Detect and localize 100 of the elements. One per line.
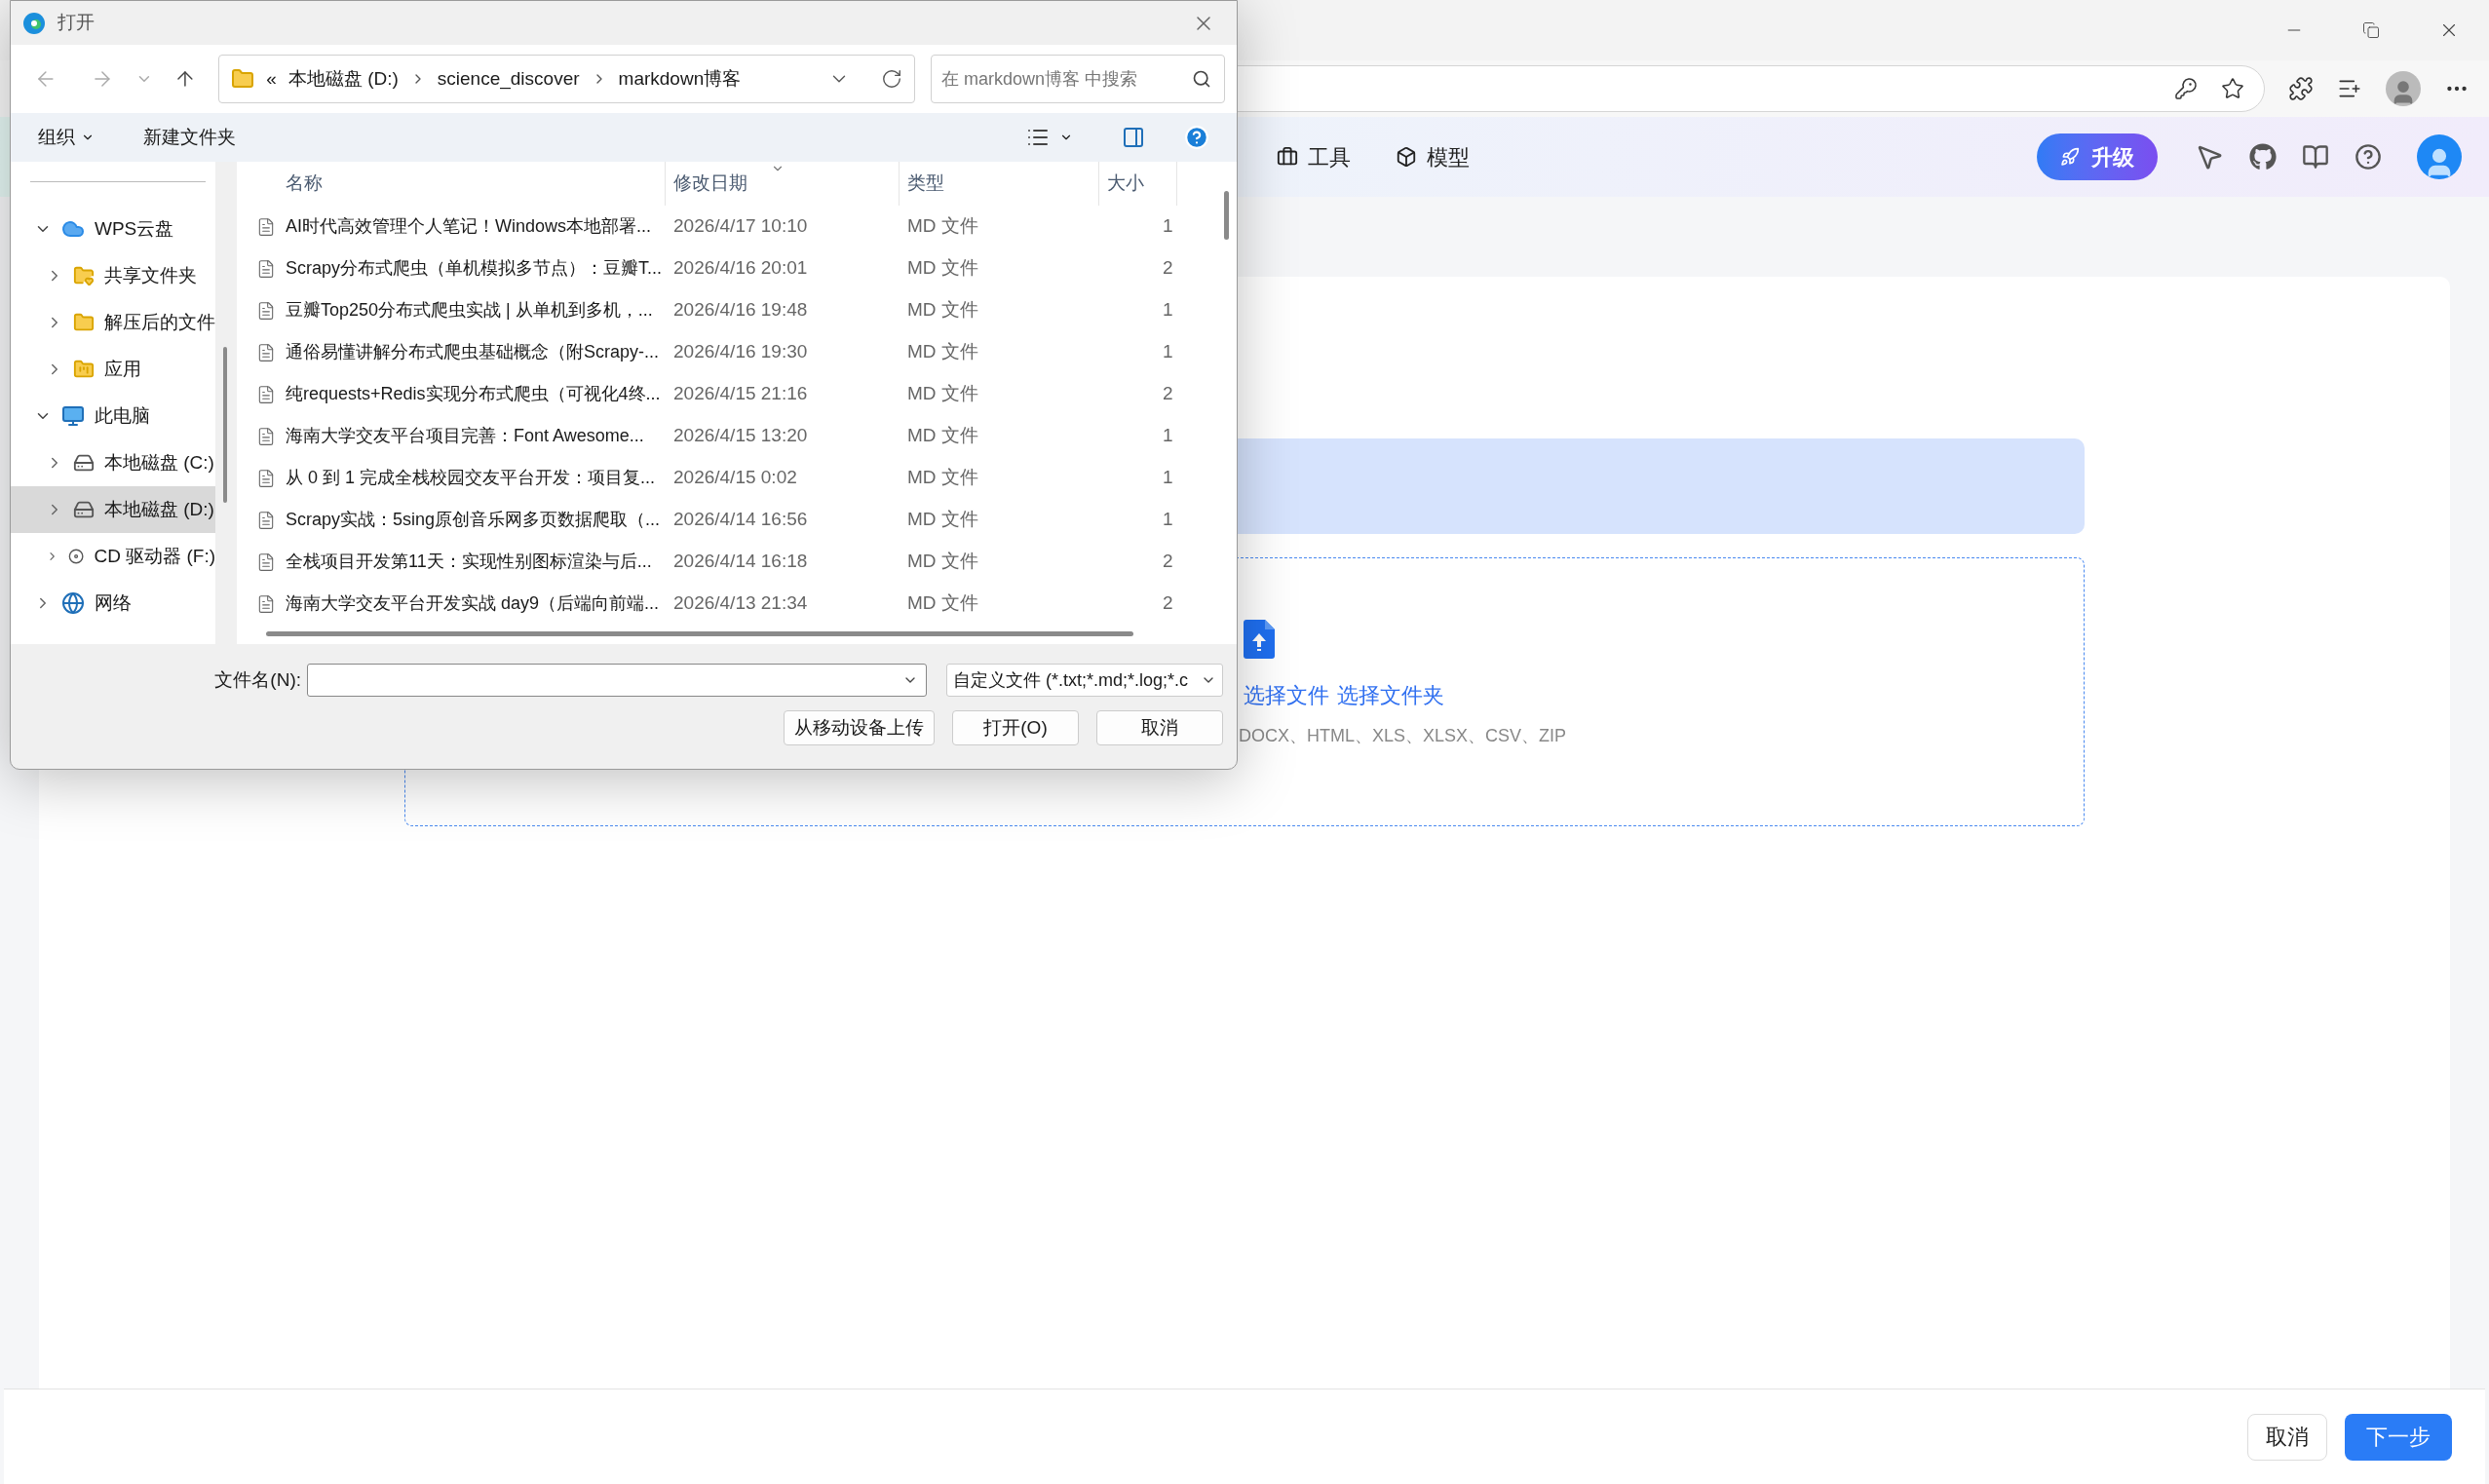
table-cell-text: 1: [1162, 424, 1173, 448]
file-icon: [256, 509, 276, 531]
table-cell-text: MD 文件: [906, 591, 979, 616]
file-icon: [256, 299, 276, 322]
table-cell-text: MD 文件: [906, 214, 979, 239]
book-icon[interactable]: [2302, 143, 2329, 171]
table-cell-text: MD 文件: [906, 550, 979, 574]
table-cell-text: MD 文件: [906, 424, 979, 448]
breadcrumb[interactable]: markdown博客: [618, 64, 742, 94]
toolbar-button[interactable]: 新建文件夹: [143, 123, 236, 152]
column-header[interactable]: 名称: [237, 162, 666, 206]
table-cell-text: 2026/4/16 19:48: [672, 298, 809, 323]
column-header[interactable]: 类型: [900, 162, 1099, 206]
tree-item[interactable]: 共享文件夹: [11, 252, 215, 299]
upgrade-button[interactable]: 升级: [2037, 133, 2158, 180]
tree-item[interactable]: 应用: [11, 346, 215, 393]
search-icon: [1192, 69, 1211, 89]
file-type-select[interactable]: 自定义文件 (*.txt;*.md;*.log;*.c: [946, 664, 1223, 697]
tree-item[interactable]: 此电脑: [11, 393, 215, 439]
table-cell-text: 1: [1162, 214, 1173, 239]
search-field[interactable]: 在 markdown博客 中搜索: [931, 55, 1225, 103]
file-name[interactable]: AI时代高效管理个人笔记！Windows本地部署...: [286, 213, 652, 240]
file-name[interactable]: 通俗易懂讲解分布式爬虫基础概念（附Scrapy-...: [286, 339, 660, 365]
tree-item[interactable]: WPS云盘: [11, 206, 215, 252]
file-icon: [256, 551, 276, 573]
table-cell-text: 2026/4/17 10:10: [672, 214, 809, 239]
file-name[interactable]: Scrapy实战：5sing原创音乐网多页数据爬取（...: [286, 507, 661, 533]
nav-link[interactable]: 工具: [1277, 140, 1351, 173]
table-cell-text: 2026/4/14 16:56: [672, 508, 809, 532]
refresh-icon[interactable]: [881, 68, 902, 90]
table-cell-text: 2026/4/15 0:02: [672, 466, 798, 490]
table-cell-text: 1: [1162, 298, 1173, 323]
table-cell-text: 2026/4/14 16:18: [672, 550, 809, 574]
dialog-button[interactable]: 打开(O): [952, 710, 1079, 745]
tree-item[interactable]: CD 驱动器 (F:): [11, 533, 215, 580]
file-name[interactable]: 海南大学交友平台开发实战 day9（后端向前端...: [286, 590, 660, 617]
file-name[interactable]: Scrapy分布式爬虫（单机模拟多节点）：豆瓣T...: [286, 255, 663, 282]
link[interactable]: 选择文件夹: [1337, 679, 1444, 711]
path-overflow[interactable]: «: [266, 64, 277, 94]
dialog-button[interactable]: 从移动设备上传: [784, 710, 935, 745]
preview-pane-icon[interactable]: [1122, 126, 1145, 149]
table-cell-text: MD 文件: [906, 256, 979, 281]
github-icon[interactable]: [2249, 143, 2277, 171]
table-cell-text: 1: [1162, 508, 1173, 532]
key-icon[interactable]: [2174, 77, 2198, 100]
table-cell-text: MD 文件: [906, 298, 979, 323]
file-name[interactable]: 海南大学交友平台项目完善：Font Awesome...: [286, 423, 644, 449]
file-icon: [256, 341, 276, 363]
breadcrumb[interactable]: science_discover: [437, 64, 580, 94]
help-icon[interactable]: [2355, 143, 2382, 171]
file-icon: [256, 592, 276, 615]
file-icon: [256, 215, 276, 238]
file-icon: [256, 467, 276, 489]
table-cell-text: 2: [1162, 591, 1173, 616]
table-cell-text: MD 文件: [906, 382, 979, 406]
file-icon: [256, 257, 276, 280]
file-name[interactable]: 全栈项目开发第11天：实现性别图标渲染与后...: [286, 549, 652, 575]
folder-icon: [231, 67, 255, 91]
file-name[interactable]: 豆瓣Top250分布式爬虫实战 | 从单机到多机，...: [286, 297, 653, 323]
dialog-title: 打开: [57, 11, 95, 35]
breadcrumb[interactable]: 本地磁盘 (D:): [287, 64, 399, 94]
scrollbar-thumb[interactable]: [1224, 191, 1229, 240]
folder-icon: [73, 312, 95, 333]
table-cell-text: 2026/4/16 19:30: [672, 340, 809, 364]
field-label: 文件名(N):: [214, 667, 301, 692]
table-cell-text: MD 文件: [906, 340, 979, 364]
shared-folder-icon: [73, 265, 95, 286]
column-header[interactable]: 修改日期: [666, 162, 900, 206]
table-cell-text: 2026/4/15 21:16: [672, 382, 809, 406]
file-name[interactable]: 纯requests+Redis实现分布式爬虫（可视化4终...: [286, 381, 661, 407]
footer-button[interactable]: 取消: [2247, 1413, 2327, 1461]
favorite-icon[interactable]: [2221, 77, 2244, 100]
footer-button[interactable]: 下一步: [2345, 1413, 2452, 1461]
dialog-button[interactable]: 取消: [1096, 710, 1223, 745]
monitor-icon: [61, 404, 85, 428]
cube-icon: [1396, 146, 1417, 168]
nav-link[interactable]: 模型: [1396, 140, 1470, 173]
profile-avatar[interactable]: [2386, 71, 2421, 106]
table-cell-text: 1: [1162, 466, 1173, 490]
file-name[interactable]: 从 0 到 1 完成全栈校园交友平台开发：项目复...: [286, 465, 656, 491]
table-cell-text: 1: [1162, 340, 1173, 364]
extensions-icon[interactable]: [2288, 76, 2314, 101]
restore-icon[interactable]: [2362, 21, 2380, 39]
briefcase-icon: [1277, 146, 1298, 168]
tree-item[interactable]: 网络: [11, 580, 215, 627]
tree-item[interactable]: 本地磁盘 (D:): [11, 486, 215, 533]
link[interactable]: 选择文件: [1244, 679, 1329, 711]
tree-item[interactable]: 本地磁盘 (C:): [11, 439, 215, 486]
apps-folder-icon: [73, 359, 95, 380]
column-header[interactable]: 大小: [1099, 162, 1177, 206]
scrollbar-thumb[interactable]: [266, 631, 1133, 636]
toolbar-button[interactable]: 组织: [38, 123, 95, 152]
table-cell-text: 2026/4/13 21:34: [672, 591, 809, 616]
file-icon: [256, 425, 276, 447]
scrollbar-thumb[interactable]: [223, 347, 227, 503]
tree-item[interactable]: 解压后的文件: [11, 299, 215, 346]
user-avatar[interactable]: [2417, 134, 2462, 179]
filename-field[interactable]: [307, 664, 927, 697]
table-cell-text: 2026/4/15 13:20: [672, 424, 809, 448]
network-icon: [61, 591, 85, 615]
